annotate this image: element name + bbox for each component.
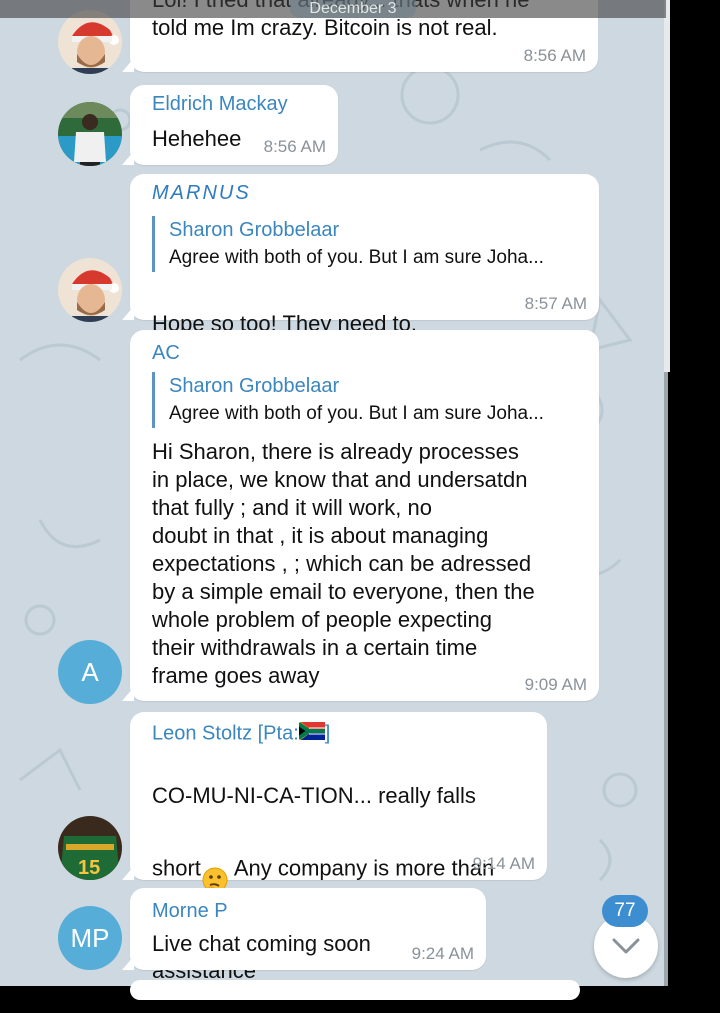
scrollbar-thumb[interactable] (664, 0, 670, 372)
sender-name[interactable]: Morne P (152, 900, 228, 923)
message-fragment: short (152, 855, 201, 881)
message-fragment: Any company is more than (228, 855, 495, 881)
unread-count-badge[interactable]: 77 (602, 895, 648, 927)
sender-name[interactable]: AC (152, 342, 180, 365)
reply-preview[interactable]: Sharon Grobbelaar Agree with both of you… (152, 216, 544, 272)
message-text: Hehehee (152, 126, 242, 151)
avatar-marnus[interactable] (58, 258, 122, 322)
bubble-tail (122, 58, 134, 72)
sender-name[interactable]: MARNUS (152, 182, 251, 205)
message-time: 8:56 AM (523, 46, 586, 65)
avatar-marnus-top[interactable] (58, 10, 122, 74)
bubble-tail (122, 306, 134, 320)
bubble-tail (122, 956, 134, 970)
avatar-morne[interactable]: MP (58, 906, 122, 970)
message-text: Live chat coming soon (152, 931, 371, 956)
message-body: CO-MU-NI-CA-TION... really falls short A… (152, 754, 494, 1013)
sender-name-row[interactable]: Leon Stoltz [Pta: ] (152, 721, 331, 746)
message-bubble[interactable]: AC Sharon Grobbelaar Agree with both of … (122, 330, 599, 701)
reply-sender: Sharon Grobbelaar (169, 375, 340, 397)
sender-name: Leon Stoltz [Pta: (152, 722, 299, 745)
message-time: 8:57 AM (524, 294, 587, 313)
right-edge (666, 0, 720, 986)
message-bubble[interactable]: Leon Stoltz [Pta: ] CO-MU-NI-CA-TION... … (122, 712, 547, 983)
avatar-eldrich[interactable] (58, 102, 122, 166)
message-bubble[interactable]: Morne P Live chat coming soon 9:24 AM (122, 888, 486, 970)
message-bubble[interactable]: Eldrich Mackay Hehehee 8:56 AM (122, 85, 338, 165)
message-text: Hi Sharon, there is already processes in… (152, 439, 535, 688)
message-time: 9:14 AM (472, 854, 535, 873)
reply-text: Agree with both of you. But I am sure Jo… (169, 247, 544, 268)
bubble-tail (122, 151, 134, 165)
message-bubble[interactable]: MARNUS Sharon Grobbelaar Agree with both… (122, 174, 599, 395)
message-time: 8:56 AM (263, 137, 326, 156)
message-time: 9:24 AM (411, 944, 474, 963)
reply-text: Agree with both of you. But I am sure Jo… (169, 403, 544, 424)
message-line: CO-MU-NI-CA-TION... really falls (152, 783, 476, 808)
reply-preview[interactable]: Sharon Grobbelaar Agree with both of you… (152, 372, 544, 428)
reply-sender: Sharon Grobbelaar (169, 219, 340, 241)
bubble-tail (122, 866, 134, 880)
sender-name[interactable]: Eldrich Mackay (152, 93, 288, 116)
date-pill: December 3 (290, 0, 416, 18)
message-bubble-partial[interactable] (130, 980, 580, 1000)
bubble-tail (122, 687, 134, 701)
south-africa-flag-emoji (297, 721, 325, 746)
avatar-leon[interactable]: 15 (58, 816, 122, 880)
message-time: 9:09 AM (524, 675, 587, 694)
sender-name-suffix: ] (324, 722, 331, 745)
avatar-ac[interactable]: A (58, 640, 122, 704)
svg-text:15: 15 (78, 857, 100, 879)
